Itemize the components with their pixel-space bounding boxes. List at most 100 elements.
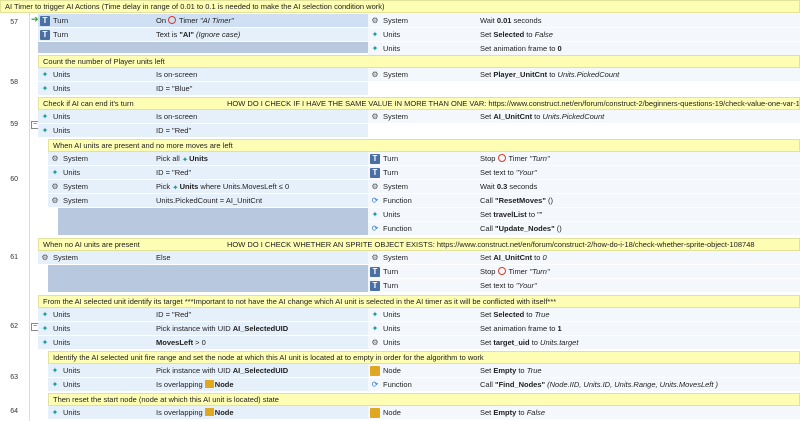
action-text: Set Player_UnitCnt to Units.PickedCount xyxy=(480,70,620,79)
line-number: 58 xyxy=(10,79,18,86)
action-object: ✦ Units xyxy=(371,324,401,333)
gear-icon: ⚙ xyxy=(371,16,379,25)
action-row[interactable]: ✦ Units Set Selected to False xyxy=(368,28,800,42)
event-comment[interactable]: Check if AI can end it's turn HOW DO I CH… xyxy=(38,97,800,110)
event-comment[interactable]: AI Timer to trigger AI Actions (Time del… xyxy=(0,0,800,13)
condition-row[interactable]: ⚙ System Pick ✦Units where Units.MovesLef… xyxy=(48,180,368,194)
line-number: 61 xyxy=(10,254,18,261)
event-comment[interactable]: Identify the AI selected unit fire range… xyxy=(48,351,800,364)
function-icon: ⟳ xyxy=(371,380,379,389)
action-row[interactable]: ✦ Units Set animation frame to 1 xyxy=(368,322,800,336)
action-text: Set Empty to False xyxy=(480,408,546,417)
condition-row[interactable]: ✦ Units ID = "Red" xyxy=(48,166,368,180)
condition-text: Is on-screen xyxy=(156,112,198,121)
units-icon: ✦ xyxy=(51,366,59,375)
action-row[interactable]: T Turn Set text to "Your" xyxy=(368,166,800,180)
event-comment[interactable]: From the AI selected unit identify its t… xyxy=(38,295,800,308)
action-object: ⟳ Function xyxy=(371,224,412,233)
condition-object: ✦ Units xyxy=(51,168,81,177)
condition-text: ID = "Red" xyxy=(156,126,192,135)
condition-row[interactable]: ✦ Units MovesLeft > 0 xyxy=(38,336,368,350)
gear-icon: ⚙ xyxy=(51,154,59,163)
action-row[interactable]: ⚙ System Set AI_UnitCnt to Units.PickedCo… xyxy=(368,110,800,124)
condition-row[interactable]: ⚙ System Pick all ✦Units xyxy=(48,152,368,166)
action-object: ⚙ System xyxy=(371,112,409,121)
condition-empty xyxy=(38,42,368,54)
action-text: Set target_uid to Units.target xyxy=(480,338,579,347)
condition-text: ID = "Red" xyxy=(156,168,192,177)
action-text: Set Selected to False xyxy=(480,30,553,39)
gear-icon: ⚙ xyxy=(51,196,59,205)
action-text: Set animation frame to 0 xyxy=(480,44,562,53)
condition-text: ID = "Blue" xyxy=(156,84,193,93)
action-text: Call "Update_Nodes" () xyxy=(480,224,562,233)
action-text: Call "ResetMoves" () xyxy=(480,196,553,205)
action-object: ✦ Units xyxy=(371,44,401,53)
action-object: ⚙ System xyxy=(371,253,409,262)
event-sheet: 57 58 59 60 61 62 63 64 AI Timer to trig… xyxy=(0,0,800,421)
gear-icon: ⚙ xyxy=(371,253,379,262)
condition-row[interactable]: ✦ Units ID = "Red" xyxy=(38,124,368,138)
action-text: Set AI_UnitCnt to 0 xyxy=(480,253,547,262)
comment-text: Check if AI can end it's turn xyxy=(43,99,134,108)
condition-empty xyxy=(58,208,368,236)
action-row[interactable]: ⚙ System Set AI_UnitCnt to 0 xyxy=(368,251,800,265)
action-row[interactable]: ⟳ Function Call "ResetMoves" () xyxy=(368,194,800,208)
event-comment[interactable]: When AI units are present and no more mo… xyxy=(48,139,800,152)
action-row[interactable]: T Turn Stop Timer "Turn" xyxy=(368,265,800,279)
condition-row[interactable]: ✦ Units Is overlapping Node xyxy=(48,378,368,392)
event-comment[interactable]: Count the number of Player units left xyxy=(38,55,800,68)
units-icon: ✦ xyxy=(41,70,49,79)
text-object-icon: T xyxy=(370,168,380,178)
units-icon: ✦ xyxy=(371,44,379,53)
action-row[interactable]: Node Set Empty to True xyxy=(368,364,800,378)
action-row[interactable]: ⟳ Function Call "Find_Nodes" (Node.IID, U… xyxy=(368,378,800,392)
text-object-icon: T xyxy=(370,281,380,291)
action-row[interactable]: ⚙ System Wait 0.01 seconds xyxy=(368,14,800,28)
condition-row[interactable]: ✦ Units Is on-screen xyxy=(38,110,368,124)
condition-object: ✦ Units xyxy=(41,84,71,93)
action-object: ⚙ System xyxy=(371,182,409,191)
condition-row[interactable]: ✦ Units ID = "Blue" xyxy=(38,82,368,96)
action-text: Call "Find_Nodes" (Node.IID, Units.ID, U… xyxy=(480,380,719,389)
event-comment[interactable]: Then reset the start node (node at which… xyxy=(48,393,800,406)
action-object: ⚙ System xyxy=(371,16,409,25)
action-row[interactable]: ⚙ Units Set target_uid to Units.target xyxy=(368,336,800,350)
units-icon: ✦ xyxy=(371,324,379,333)
action-row[interactable]: ⚙ System Wait 0.3 seconds xyxy=(368,180,800,194)
condition-row[interactable]: ✦ Units Is overlapping Node xyxy=(48,406,368,420)
action-row[interactable]: ✦ Units Set animation frame to 0 xyxy=(368,42,800,56)
condition-row[interactable]: T Turn Text is "AI" (Ignore case) xyxy=(38,28,368,42)
action-row[interactable]: ✦ Units Set travelList to "" xyxy=(368,208,800,222)
action-row[interactable]: ⟳ Function Call "Update_Nodes" () xyxy=(368,222,800,236)
line-number: 60 xyxy=(10,176,18,183)
comment-text: When no AI units are present xyxy=(43,240,140,249)
condition-row[interactable]: T Turn On Timer "AI Timer" xyxy=(38,14,368,28)
condition-row[interactable]: ✦ Units Pick instance with UID AI_Selecte… xyxy=(38,322,368,336)
condition-row[interactable]: ⚙ System Units.PickedCount = AI_UnitCnt xyxy=(48,194,368,208)
condition-object: ✦ Units xyxy=(41,338,71,347)
condition-row[interactable]: ✦ Units Pick instance with UID AI_Selecte… xyxy=(48,364,368,378)
text-object-icon: T xyxy=(40,30,50,40)
text-object-icon: T xyxy=(370,267,380,277)
condition-row[interactable]: ✦ Units Is on-screen xyxy=(38,68,368,82)
node-sprite-icon xyxy=(370,408,380,418)
action-row[interactable]: T Turn Set text to "Your" xyxy=(368,279,800,293)
units-icon: ✦ xyxy=(371,310,379,319)
action-row[interactable]: ✦ Units Set Selected to True xyxy=(368,308,800,322)
condition-row[interactable]: ⚙ System Else xyxy=(38,251,368,265)
condition-object: ✦ Units xyxy=(41,310,71,319)
condition-row[interactable]: ✦ Units ID = "Red" xyxy=(38,308,368,322)
action-object: ✦ Units xyxy=(371,30,401,39)
text-object-icon: T xyxy=(370,154,380,164)
function-icon: ⟳ xyxy=(371,224,379,233)
line-number: 63 xyxy=(10,374,18,381)
action-object: T Turn xyxy=(368,265,398,278)
action-object: ⟳ Function xyxy=(371,380,412,389)
action-row[interactable]: T Turn Stop Timer "Turn" xyxy=(368,152,800,166)
condition-object: ✦ Units xyxy=(41,112,71,121)
action-row[interactable]: Node Set Empty to False xyxy=(368,406,800,420)
event-comment[interactable]: When no AI units are present HOW DO I CHE… xyxy=(38,238,800,251)
gear-icon: ⚙ xyxy=(51,182,59,191)
action-row[interactable]: ⚙ System Set Player_UnitCnt to Units.Pick… xyxy=(368,68,800,82)
